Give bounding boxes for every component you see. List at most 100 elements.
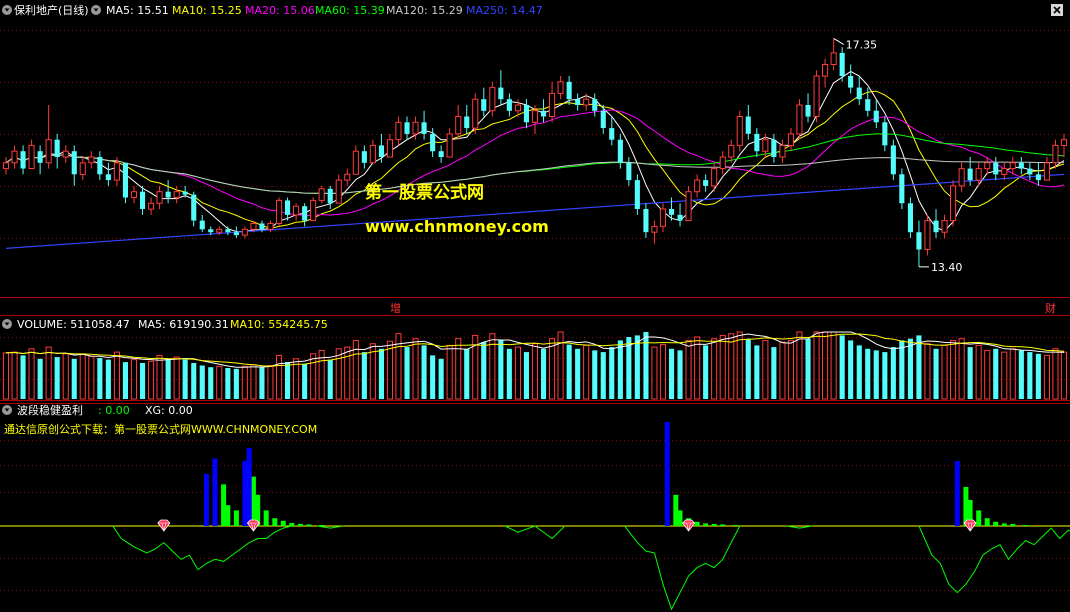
volume-bar: [1060, 351, 1068, 400]
green-signal-bar: [1023, 525, 1029, 526]
candle: [659, 203, 667, 233]
volume-bar: [302, 363, 308, 399]
volume-bar: [677, 350, 683, 399]
candle: [148, 197, 155, 215]
candle: [839, 47, 845, 82]
candle: [105, 162, 111, 186]
volume-bar: [993, 348, 999, 400]
xg-label: XG: 0.00: [145, 404, 193, 417]
candle: [369, 139, 376, 164]
candle: [71, 145, 77, 186]
candle: [165, 180, 171, 204]
candle: [557, 76, 564, 100]
candle: [643, 203, 649, 238]
candle: [191, 191, 197, 227]
volume-bar: [941, 344, 948, 400]
candle: [694, 174, 701, 198]
candle: [97, 151, 103, 181]
volume-bar: [575, 348, 581, 400]
volume-bar: [173, 356, 180, 400]
low-annotation: 13.40: [918, 261, 962, 274]
candle: [310, 197, 317, 222]
candle: [28, 139, 35, 169]
candle: [489, 81, 496, 117]
volume-bar: [856, 345, 862, 399]
volume-bar: [514, 346, 522, 400]
green-signal-bar: [1001, 523, 1007, 526]
volume-bar: [430, 355, 436, 399]
volume-bar: [557, 331, 564, 400]
volume-bar: [54, 357, 60, 399]
candle: [745, 104, 751, 140]
candle: [438, 145, 444, 163]
candle: [199, 214, 205, 233]
candle: [446, 128, 453, 158]
volume-bar: [105, 359, 111, 399]
volume-bar: [28, 348, 35, 400]
candle: [549, 81, 556, 123]
stock-chart[interactable]: 17.35 13.40 保利地产(日线) MA5: 15.51 MA10: 15…: [0, 0, 1070, 612]
candle: [276, 197, 283, 227]
candle: [541, 99, 547, 123]
volume-bar: [250, 364, 257, 400]
candle: [1009, 157, 1016, 175]
blue-signal-bar: [954, 461, 960, 526]
candle: [754, 128, 760, 157]
volume-bar: [97, 358, 103, 399]
volume-bar: [122, 362, 128, 399]
candle: [327, 185, 333, 210]
volume-bar: [566, 344, 572, 399]
candle: [882, 116, 888, 152]
candle: [472, 93, 479, 134]
indicator-header: 波段稳健盈利 : 0.00 XG: 0.00 通达信原创公式下载：第一股票公式网…: [2, 403, 317, 436]
green-signal-bar: [233, 510, 239, 526]
candle: [933, 209, 939, 238]
volume-bar: [924, 343, 931, 400]
volume-bar: [199, 365, 205, 399]
candle: [1001, 162, 1008, 181]
volume-bar: [335, 348, 342, 400]
volume-bar: [796, 331, 803, 400]
volume-bar: [45, 346, 52, 400]
volume-bar: [659, 344, 667, 400]
zeng-marker: 增: [390, 301, 401, 315]
candle: [626, 157, 632, 186]
volume-bar: [839, 335, 845, 399]
volume-bar: [140, 363, 146, 399]
volume-bar: [455, 338, 462, 400]
candle: [993, 157, 999, 181]
volume-bar: [771, 347, 777, 399]
candle: [421, 110, 427, 140]
gem-icon: [157, 519, 171, 532]
volume-bar: [404, 347, 410, 399]
blue-signal-bar: [664, 422, 670, 526]
candle: [54, 133, 60, 169]
stock-title: 保利地产(日线): [14, 3, 89, 17]
candle: [156, 185, 163, 210]
green-signal-bar: [272, 518, 278, 526]
volume-bar: [421, 345, 427, 399]
volume-bar: [958, 338, 965, 400]
volume-bar: [386, 340, 393, 400]
volume-bar: [933, 348, 939, 400]
cai-marker: 财: [1045, 301, 1056, 315]
ma5-line: [5, 70, 1065, 233]
indicator-curve: [112, 525, 292, 571]
candle: [318, 185, 325, 204]
volume-bar: [549, 338, 556, 400]
candle: [634, 174, 640, 215]
volume-bar: [583, 344, 590, 400]
volume-bar: [967, 347, 973, 399]
candle: [302, 203, 308, 227]
ma20-label: MA20: 15.06: [245, 4, 315, 17]
gem-icon: [963, 519, 977, 532]
candle: [404, 116, 410, 140]
candle: [771, 133, 777, 163]
volume-bar: [916, 335, 922, 399]
candle: [779, 139, 786, 163]
indicator-value: : 0.00: [98, 404, 130, 417]
volume-header: VOLUME: 511058.47 MA5: 619190.31 MA10: 5…: [2, 318, 328, 331]
high-annotation: 17.35: [833, 38, 877, 51]
ma250-label: MA250: 14.47: [466, 4, 543, 17]
blue-signal-bar: [204, 474, 209, 526]
